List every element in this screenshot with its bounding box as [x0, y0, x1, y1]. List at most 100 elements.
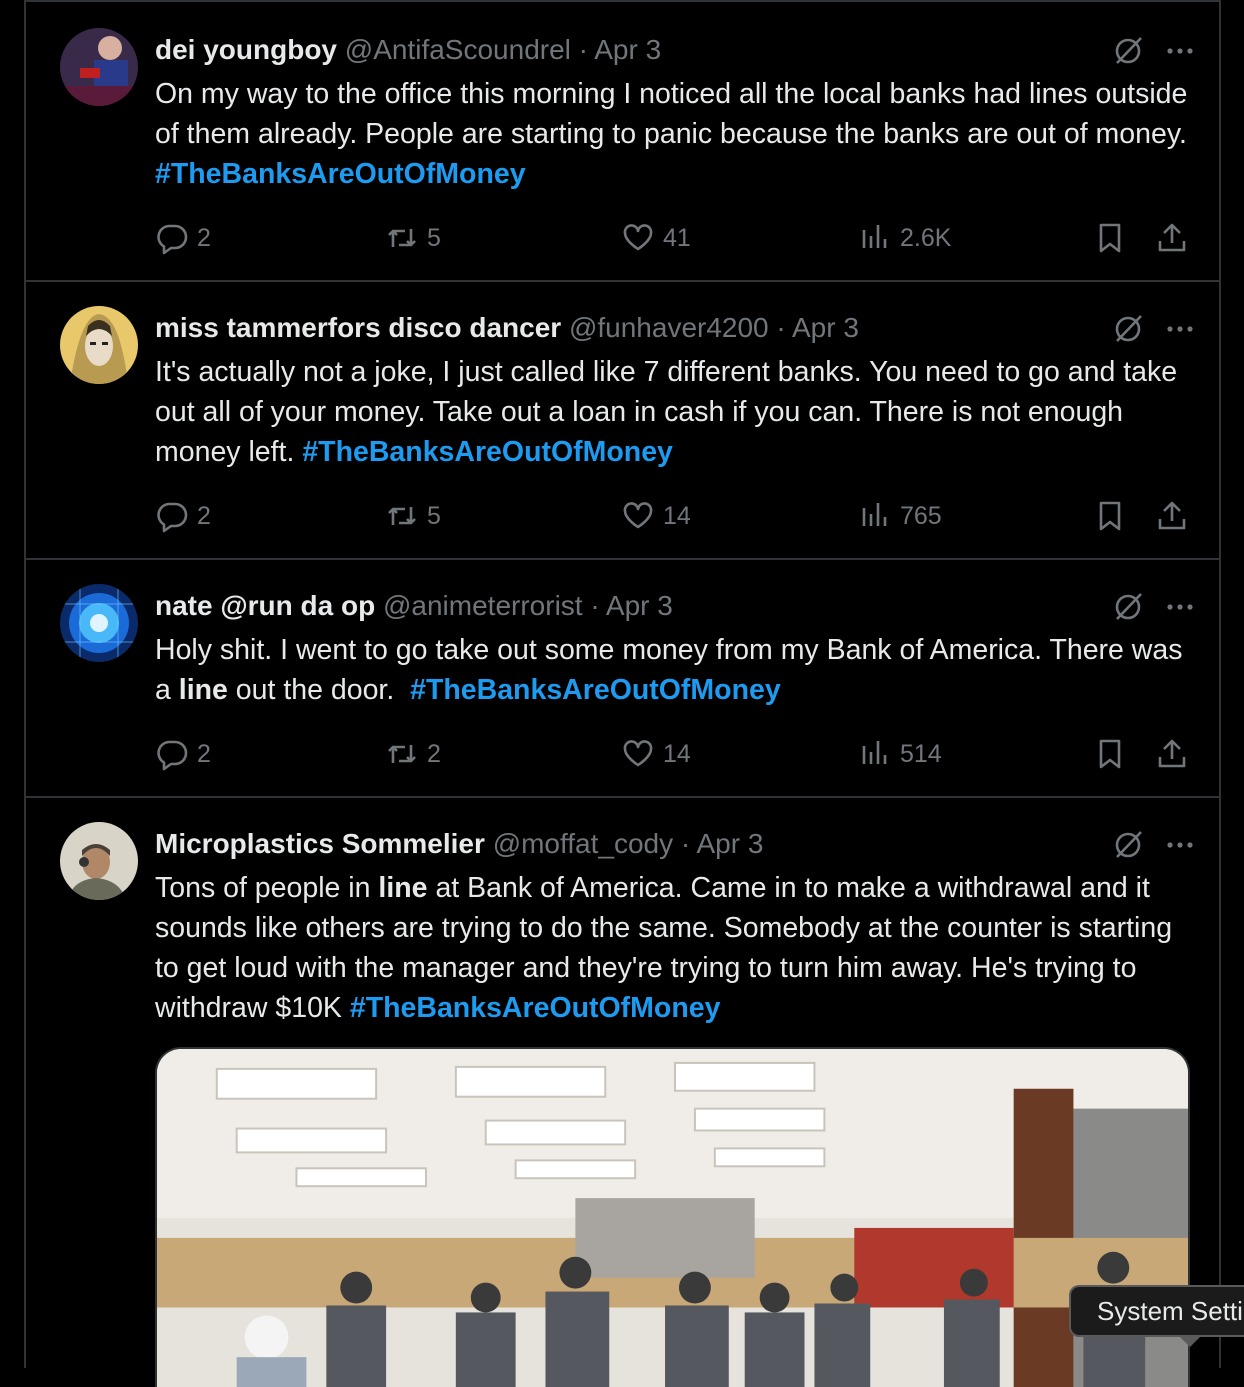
retweet-count: 5: [427, 223, 441, 252]
like-button[interactable]: 14: [621, 734, 691, 774]
retweet-count: 5: [427, 501, 441, 530]
tweet-text: It's actually not a joke, I just called …: [155, 352, 1199, 472]
reply-button[interactable]: 2: [155, 218, 211, 258]
tweet-header: dei youngboy @AntifaScoundrel · Apr 3: [155, 30, 1099, 70]
system-settings-tooltip: System Settings: [1069, 1285, 1244, 1337]
action-bar: 2 5 41 2.6K: [155, 218, 1199, 258]
handle[interactable]: @AntifaScoundrel: [345, 34, 571, 65]
retweet-button[interactable]: 5: [385, 218, 441, 258]
like-button[interactable]: 14: [621, 496, 691, 536]
tweet-3[interactable]: nate @run da op @animeterrorist · Apr 3 …: [26, 558, 1219, 798]
reply-count: 2: [197, 739, 211, 768]
retweet-arrows-icon: [388, 745, 416, 763]
ellipsis-icon[interactable]: [1163, 828, 1197, 862]
timestamp[interactable]: Apr 3: [696, 828, 763, 859]
share-button[interactable]: [1155, 218, 1197, 258]
bookmark-button[interactable]: [1093, 734, 1135, 774]
hashtag-link[interactable]: #TheBanksAreOutOfMoney: [410, 674, 781, 706]
share-button[interactable]: [1155, 734, 1197, 774]
avatar[interactable]: [60, 28, 138, 106]
hashtag-link[interactable]: #TheBanksAreOutOfMoney: [302, 436, 673, 468]
reply-count: 2: [197, 223, 211, 252]
timestamp[interactable]: Apr 3: [792, 312, 859, 343]
tweet-text: Holy shit. I went to go take out some mo…: [155, 630, 1199, 710]
retweet-arrows-icon: [388, 229, 416, 247]
tweet-1[interactable]: dei youngboy @AntifaScoundrel · Apr 3 On…: [26, 2, 1219, 282]
view-count: 514: [900, 739, 942, 768]
share-upload-icon: [1158, 501, 1186, 530]
retweet-button[interactable]: 5: [385, 496, 441, 536]
bar-chart-icon: [862, 741, 887, 764]
action-bar: 2 5 14 765: [155, 496, 1199, 536]
like-button[interactable]: 41: [621, 218, 691, 258]
bookmark-button[interactable]: [1093, 496, 1135, 536]
view-count: 765: [900, 501, 942, 530]
hashtag-link[interactable]: #TheBanksAreOutOfMoney: [155, 158, 526, 190]
grok-slash-icon[interactable]: [1111, 828, 1145, 862]
reply-button[interactable]: 2: [155, 734, 211, 774]
tweet-header: Microplastics Sommelier @moffat_cody · A…: [155, 824, 1099, 864]
view-count: 2.6K: [900, 223, 952, 252]
speech-bubble-icon: [157, 740, 188, 771]
tweet-2[interactable]: miss tammerfors disco dancer @funhaver42…: [26, 280, 1219, 560]
reply-count: 2: [197, 501, 211, 530]
bar-chart-icon: [862, 225, 887, 248]
handle[interactable]: @moffat_cody: [493, 828, 673, 859]
tweet-text-part: On my way to the office this morning I n…: [155, 78, 1188, 150]
display-name[interactable]: miss tammerfors disco dancer: [155, 312, 561, 343]
speech-bubble-icon: [157, 502, 188, 533]
views-button[interactable]: 514: [858, 734, 942, 774]
avatar[interactable]: [60, 822, 138, 900]
views-button[interactable]: 2.6K: [858, 218, 951, 258]
handle[interactable]: @funhaver4200: [569, 312, 769, 343]
tweet-media-photo[interactable]: [155, 1047, 1190, 1387]
like-count: 14: [663, 501, 691, 530]
share-upload-icon: [1158, 223, 1186, 252]
ellipsis-icon[interactable]: [1163, 590, 1197, 624]
like-count: 14: [663, 739, 691, 768]
separator: ·: [590, 590, 600, 621]
speech-bubble-icon: [157, 224, 188, 255]
ellipsis-icon[interactable]: [1163, 312, 1197, 346]
avatar[interactable]: [60, 584, 138, 662]
heart-icon: [623, 740, 653, 767]
bar-chart-icon: [862, 503, 887, 526]
heart-icon: [623, 224, 653, 251]
retweet-arrows-icon: [388, 507, 416, 525]
tweet-header: miss tammerfors disco dancer @funhaver42…: [155, 308, 1099, 348]
display-name[interactable]: nate @run da op: [155, 590, 375, 621]
separator: ·: [680, 828, 691, 859]
grok-slash-icon[interactable]: [1111, 312, 1145, 346]
tweet-text-part: out the door.: [227, 674, 411, 706]
bookmark-icon: [1099, 223, 1121, 253]
ellipsis-icon[interactable]: [1163, 34, 1197, 68]
views-button[interactable]: 765: [858, 496, 942, 536]
tweet-text: On my way to the office this morning I n…: [155, 74, 1199, 194]
share-button[interactable]: [1155, 496, 1197, 536]
reply-button[interactable]: 2: [155, 496, 211, 536]
retweet-button[interactable]: 2: [385, 734, 441, 774]
display-name[interactable]: Microplastics Sommelier: [155, 828, 485, 859]
share-upload-icon: [1158, 739, 1186, 768]
grok-slash-icon[interactable]: [1111, 590, 1145, 624]
timestamp[interactable]: Apr 3: [606, 590, 673, 621]
display-name[interactable]: dei youngboy: [155, 34, 337, 65]
avatar[interactable]: [60, 306, 138, 384]
bookmark-button[interactable]: [1093, 218, 1135, 258]
timeline-feed: dei youngboy @AntifaScoundrel · Apr 3 On…: [24, 0, 1221, 1387]
tweet-header: nate @run da op @animeterrorist · Apr 3: [155, 586, 1099, 626]
tweet-text-part: Tons of people in: [155, 872, 379, 904]
retweet-count: 2: [427, 739, 441, 768]
highlighted-term: line: [178, 674, 228, 706]
separator: ·: [776, 312, 786, 343]
tweet-4[interactable]: Microplastics Sommelier @moffat_cody · A…: [26, 796, 1219, 1387]
handle[interactable]: @animeterrorist: [383, 590, 583, 621]
bookmark-icon: [1099, 739, 1121, 769]
grok-slash-icon[interactable]: [1111, 34, 1145, 68]
action-bar: 2 2 14 514: [155, 734, 1199, 774]
tweet-text: Tons of people in line at Bank of Americ…: [155, 868, 1199, 1028]
timestamp[interactable]: Apr 3: [594, 34, 661, 65]
hashtag-link[interactable]: #TheBanksAreOutOfMoney: [350, 992, 721, 1024]
highlighted-term: line: [378, 872, 428, 904]
bookmark-icon: [1099, 501, 1121, 531]
